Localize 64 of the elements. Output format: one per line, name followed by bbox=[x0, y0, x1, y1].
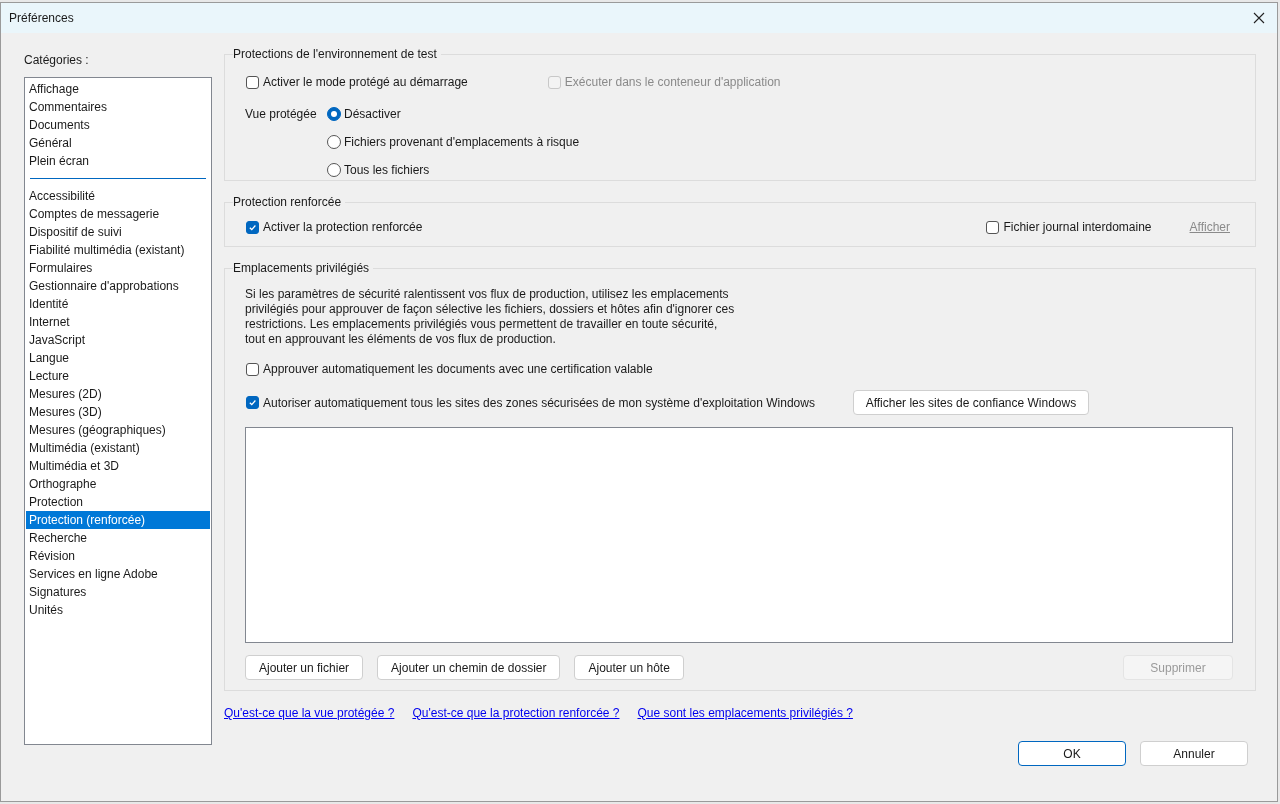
radio-button[interactable] bbox=[327, 163, 341, 177]
radio-label: Fichiers provenant d'emplacements à risque bbox=[344, 134, 580, 151]
category-item[interactable]: Internet bbox=[26, 313, 210, 331]
checkbox-label: Exécuter dans le conteneur d'application bbox=[564, 74, 781, 91]
category-item[interactable]: Recherche bbox=[26, 529, 210, 547]
category-item[interactable]: Mesures (2D) bbox=[26, 385, 210, 403]
category-item[interactable]: Orthographe bbox=[26, 475, 210, 493]
category-item[interactable]: Protection bbox=[26, 493, 210, 511]
category-item[interactable]: Dispositif de suivi bbox=[26, 223, 210, 241]
checkbox-label: Activer la protection renforcée bbox=[263, 219, 423, 236]
category-item[interactable]: Multimédia et 3D bbox=[26, 457, 210, 475]
group-title: Protections de l'environnement de test bbox=[233, 46, 438, 63]
button[interactable]: Afficher les sites de confiance Windows bbox=[852, 390, 1089, 415]
category-item[interactable]: Services en ligne Adobe bbox=[26, 565, 210, 583]
category-item[interactable]: Plein écran bbox=[26, 152, 210, 170]
category-item[interactable]: Multimédia (existant) bbox=[26, 439, 210, 457]
checkbox[interactable] bbox=[246, 396, 259, 409]
category-item[interactable]: Langue bbox=[26, 349, 210, 367]
group-title: Protection renforcée bbox=[233, 194, 343, 211]
radio-button[interactable] bbox=[327, 135, 341, 149]
category-item[interactable]: Formulaires bbox=[26, 259, 210, 277]
window-title: Préférences bbox=[9, 10, 74, 27]
radio-label: Désactiver bbox=[344, 106, 401, 123]
category-item[interactable]: Révision bbox=[26, 547, 210, 565]
category-item[interactable]: Lecture bbox=[26, 367, 210, 385]
checkbox[interactable] bbox=[246, 362, 259, 376]
checkbox[interactable] bbox=[246, 75, 259, 89]
button[interactable]: Ajouter un fichier bbox=[245, 655, 364, 680]
categories-label: Catégories : bbox=[24, 52, 90, 69]
category-item[interactable]: Unités bbox=[26, 601, 210, 619]
category-item[interactable]: Accessibilité bbox=[26, 187, 210, 205]
radio-label: Tous les fichiers bbox=[344, 162, 430, 179]
category-item[interactable]: Mesures (géographiques) bbox=[26, 421, 210, 439]
category-item[interactable]: Affichage bbox=[26, 80, 210, 98]
protected-view-label: Vue protégée bbox=[245, 106, 318, 123]
category-item[interactable]: Signatures bbox=[26, 583, 210, 601]
category-item[interactable]: Fiabilité multimédia (existant) bbox=[26, 241, 210, 259]
checkbox-label: Approuver automatiquement les documents avec une certification valable bbox=[263, 361, 653, 378]
category-item[interactable]: Documents bbox=[26, 116, 210, 134]
help-link[interactable]: Qu'est-ce que la vue protégée ? bbox=[224, 704, 395, 722]
category-item[interactable]: Gestionnaire d'approbations bbox=[26, 277, 210, 295]
help-link[interactable]: Qu'est-ce que la protection renforcée ? bbox=[412, 704, 620, 722]
checkmark-icon bbox=[248, 398, 257, 407]
checkbox-label: Activer le mode protégé au démarrage bbox=[263, 74, 468, 91]
button[interactable]: Annuler bbox=[1140, 741, 1248, 766]
button[interactable]: Ajouter un hôte bbox=[574, 655, 684, 680]
button[interactable]: Ajouter un chemin de dossier bbox=[377, 655, 561, 680]
group-title: Emplacements privilégiés bbox=[233, 260, 371, 277]
close-icon[interactable] bbox=[1253, 12, 1265, 24]
category-item[interactable]: Mesures (3D) bbox=[26, 403, 210, 421]
help-link[interactable]: Que sont les emplacements privilégiés ? bbox=[637, 704, 853, 722]
radio-button[interactable] bbox=[327, 107, 341, 121]
category-item[interactable]: Général bbox=[26, 134, 210, 152]
category-item[interactable]: Identité bbox=[26, 295, 210, 313]
category-item[interactable]: Comptes de messagerie bbox=[26, 205, 210, 223]
checkbox-label: Fichier journal interdomaine bbox=[1003, 219, 1152, 236]
checkbox-label: Autoriser automatiquement tous les sites des zones sécurisées de mon système d'exploitation Windows bbox=[263, 394, 815, 412]
description-text: Si les paramètres de sécurité ralentissent vos flux de production, utilisez les emplacements privilégiés pour approuver de façon sélective les fichiers, dossiers et hôtes afin d'ignorer ces restrictions. Les emplacements privilégiés vous permettent de travailler en toute sécurité, tout en approuvant les éléments de vos flux de production. bbox=[245, 287, 735, 347]
checkbox[interactable] bbox=[246, 220, 259, 234]
checkbox[interactable] bbox=[986, 220, 1000, 234]
category-item[interactable]: JavaScript bbox=[26, 331, 210, 349]
button[interactable]: OK bbox=[1018, 741, 1126, 766]
category-item[interactable]: Commentaires bbox=[26, 98, 210, 116]
category-item[interactable]: Protection (renforcée) bbox=[26, 511, 210, 529]
